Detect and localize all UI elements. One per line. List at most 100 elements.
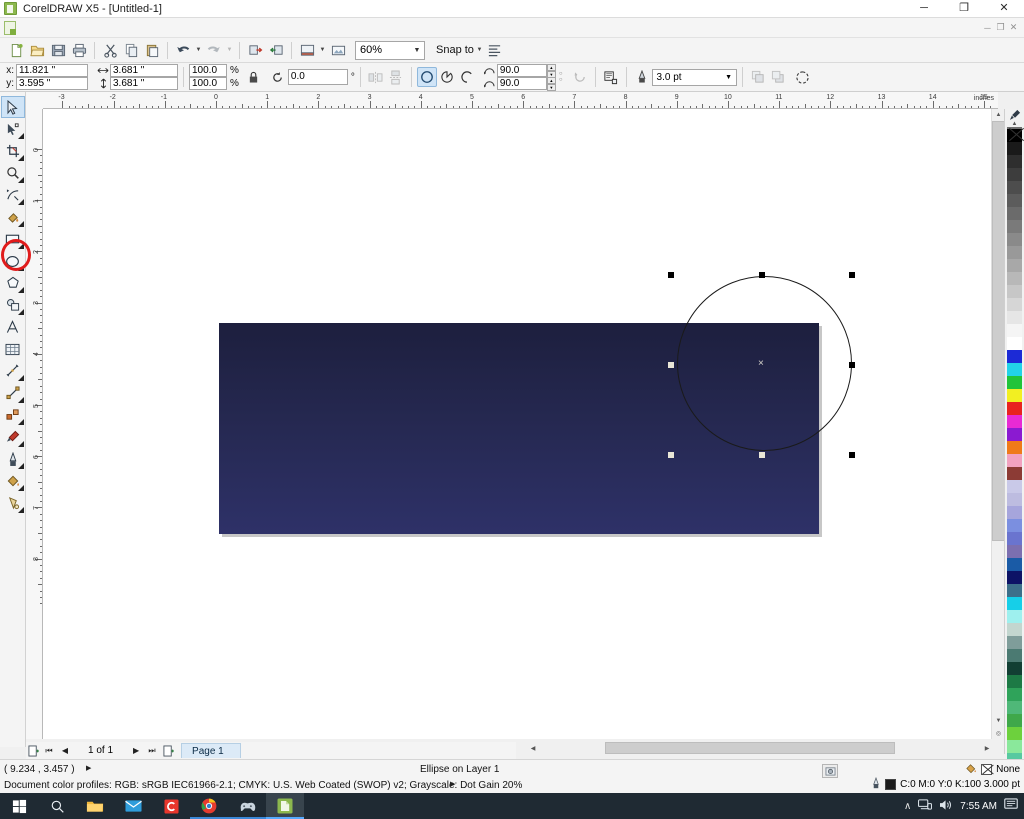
palette-swatch[interactable] xyxy=(1007,272,1022,285)
palette-swatch[interactable] xyxy=(1007,376,1022,389)
palette-swatch[interactable] xyxy=(1007,610,1022,623)
text-tool[interactable] xyxy=(1,316,25,338)
selection-handle-middle-right[interactable] xyxy=(849,362,855,368)
network-icon[interactable] xyxy=(918,798,933,814)
width-field[interactable]: 3.681 " xyxy=(110,64,178,77)
scale-horizontal-field[interactable]: 100.0 xyxy=(189,64,227,77)
outline-pen-tool[interactable] xyxy=(1,448,25,470)
palette-swatch[interactable] xyxy=(1007,688,1022,701)
cut-button[interactable] xyxy=(100,40,120,60)
ellipse-mode-button[interactable] xyxy=(416,67,437,87)
chevron-down-icon[interactable]: ▼ xyxy=(722,74,736,81)
document-icon[interactable] xyxy=(4,20,16,35)
flyout-arrow-icon[interactable] xyxy=(17,397,24,403)
outline-width-combobox[interactable]: 3.0 pt ▼ xyxy=(651,68,737,86)
arc-mode-button[interactable] xyxy=(457,67,477,87)
palette-swatch[interactable] xyxy=(1007,324,1022,337)
palette-swatch[interactable] xyxy=(1007,155,1022,168)
next-page-button[interactable]: ▶ xyxy=(129,743,143,758)
selection-handle-top-left[interactable] xyxy=(668,272,674,278)
scale-vertical-field[interactable]: 100.0 xyxy=(189,77,227,90)
palette-swatch[interactable] xyxy=(1007,285,1022,298)
connector-tool[interactable] xyxy=(1,382,25,404)
taskbar-chrome[interactable] xyxy=(190,793,228,819)
flyout-arrow-icon[interactable] xyxy=(17,243,24,249)
document-restore-button[interactable]: ❐ xyxy=(994,20,1007,36)
selection-handle-bottom-left[interactable] xyxy=(668,452,674,458)
height-field[interactable]: 3.681 " xyxy=(110,77,178,90)
scroll-right-button[interactable]: ▶ xyxy=(981,742,993,754)
outline-status[interactable]: C:0 M:0 Y:0 K:100 3.000 pt xyxy=(871,776,1020,792)
palette-swatch[interactable] xyxy=(1007,597,1022,610)
redo-dropdown-arrow[interactable]: ▼ xyxy=(225,40,234,60)
new-document-button[interactable] xyxy=(6,40,26,60)
page-tab-page-1[interactable]: Page 1 xyxy=(181,743,241,758)
mirror-vertical-button[interactable] xyxy=(386,67,406,87)
status-expand-arrow-icon[interactable]: ▶ xyxy=(86,764,91,772)
lock-ratio-button[interactable] xyxy=(244,67,264,87)
wrap-paragraph-text-button[interactable] xyxy=(601,67,621,87)
open-document-button[interactable] xyxy=(27,40,47,60)
palette-swatch[interactable] xyxy=(1007,636,1022,649)
flyout-arrow-icon[interactable] xyxy=(17,155,24,161)
color-eyedropper-tool[interactable] xyxy=(1,426,25,448)
taskbar-game[interactable] xyxy=(228,793,266,819)
horizontal-ruler[interactable]: inches -3 -2 -1 0 1 2 3 4 5 6 7 8 9 10 11 12 13 14 15 xyxy=(26,92,998,109)
snapshot-icon[interactable] xyxy=(822,764,838,778)
palette-swatch[interactable] xyxy=(1007,233,1022,246)
fill-color-swatch[interactable] xyxy=(981,764,993,775)
palette-swatch[interactable] xyxy=(1007,389,1022,402)
shape-tool[interactable] xyxy=(1,118,25,140)
fill-status[interactable]: None xyxy=(965,762,1020,777)
pick-tool[interactable] xyxy=(0,96,25,118)
save-document-button[interactable] xyxy=(48,40,68,60)
eyedropper-icon[interactable] xyxy=(1005,109,1024,121)
fill-tool[interactable] xyxy=(1,470,25,492)
palette-swatch[interactable] xyxy=(1007,545,1022,558)
profiles-expand-arrow-icon[interactable]: ▶ xyxy=(450,780,455,788)
palette-swatch[interactable] xyxy=(1007,519,1022,532)
flyout-arrow-icon[interactable] xyxy=(17,485,24,491)
palette-swatch-list[interactable] xyxy=(1007,129,1022,766)
document-minimize-button[interactable]: ─ xyxy=(981,20,994,36)
ruler-corner[interactable] xyxy=(26,92,43,109)
horizontal-scroll-thumb[interactable] xyxy=(605,742,895,754)
palette-swatch[interactable] xyxy=(1007,649,1022,662)
freehand-tool[interactable] xyxy=(1,184,25,206)
windows-start-icon[interactable] xyxy=(0,793,38,819)
flyout-arrow-icon[interactable] xyxy=(17,133,24,139)
start-angle-field[interactable]: 90.0 xyxy=(496,64,547,77)
palette-swatch[interactable] xyxy=(1007,675,1022,688)
palette-swatch[interactable] xyxy=(1007,701,1022,714)
first-page-button[interactable]: ⏮ xyxy=(42,743,56,758)
dimension-tool[interactable] xyxy=(1,360,25,382)
ellipse-tool[interactable] xyxy=(1,250,25,272)
minimize-button[interactable]: ─ xyxy=(904,0,944,18)
search-icon[interactable] xyxy=(38,793,76,819)
snap-to-label[interactable]: Snap to xyxy=(436,44,474,56)
taskbar-mail[interactable] xyxy=(114,793,152,819)
palette-swatch[interactable] xyxy=(1007,662,1022,675)
palette-swatch[interactable] xyxy=(1007,194,1022,207)
selection-handle-bottom-center[interactable] xyxy=(759,452,765,458)
copy-button[interactable] xyxy=(121,40,141,60)
palette-swatch[interactable] xyxy=(1007,415,1022,428)
undo-dropdown-arrow[interactable]: ▼ xyxy=(194,40,203,60)
vertical-ruler[interactable]: inches 0 1 2 3 4 5 6 7 8 xyxy=(26,109,43,739)
close-button[interactable]: ✕ xyxy=(984,0,1024,18)
crop-tool[interactable] xyxy=(1,140,25,162)
ellipse-shape[interactable] xyxy=(677,276,852,451)
palette-swatch[interactable] xyxy=(1007,259,1022,272)
palette-swatch[interactable] xyxy=(1007,168,1022,181)
convert-outline-to-object-button[interactable] xyxy=(793,67,813,87)
import-button[interactable] xyxy=(245,40,265,60)
taskbar-clock[interactable]: 7:55 AM xyxy=(960,801,997,812)
palette-swatch[interactable] xyxy=(1007,181,1022,194)
change-direction-button[interactable] xyxy=(570,67,590,87)
add-page-before-icon[interactable] xyxy=(26,743,40,758)
flyout-arrow-icon[interactable] xyxy=(17,199,24,205)
x-position-field[interactable]: 11.821 " xyxy=(16,64,88,77)
polygon-tool[interactable] xyxy=(1,272,25,294)
palette-swatch[interactable] xyxy=(1007,402,1022,415)
rotation-angle-field[interactable]: 0.0 xyxy=(287,69,348,85)
